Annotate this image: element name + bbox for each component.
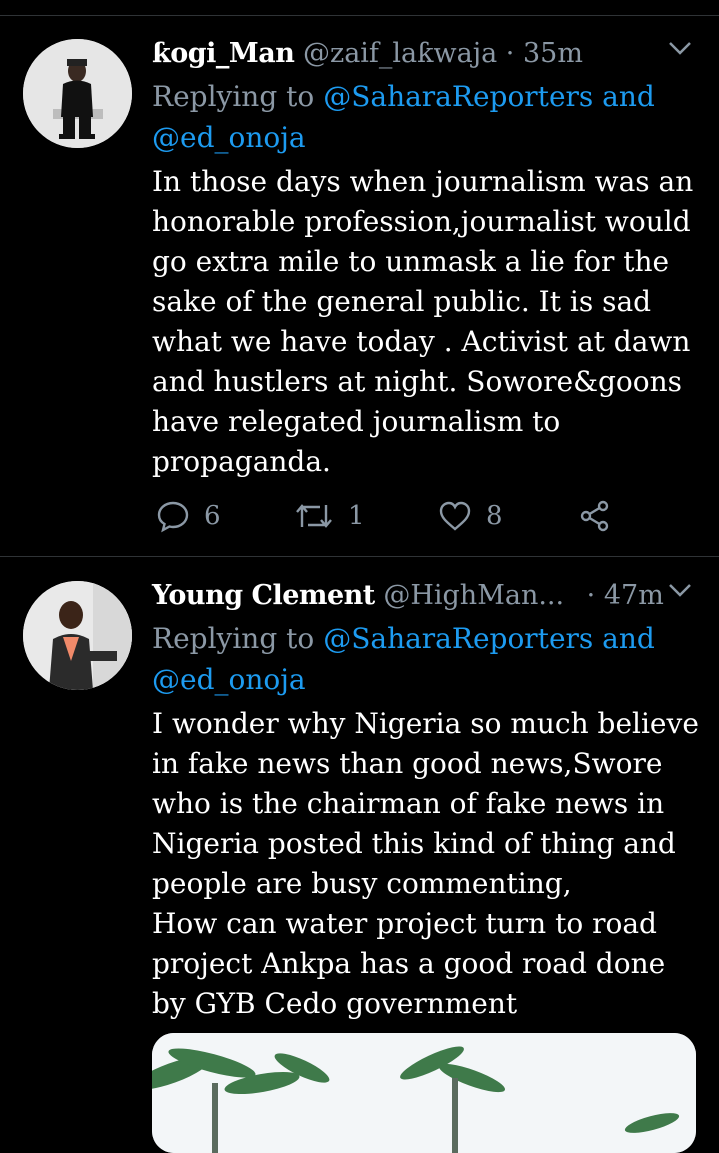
user-handle[interactable]: @HighMan... <box>383 580 564 611</box>
timestamp[interactable]: 47m <box>604 580 664 611</box>
retweet-count: 1 <box>348 501 365 531</box>
avatar[interactable] <box>23 581 132 690</box>
separator-dot: · <box>586 580 596 611</box>
display-name[interactable]: Young Clement <box>152 580 375 611</box>
like-count: 8 <box>486 501 503 531</box>
tweet-text: In those days when journalism was an hon… <box>152 165 694 478</box>
replying-to: Replying to @SaharaReporters and @ed_ono… <box>152 76 692 158</box>
speech-bubble-icon <box>156 499 190 533</box>
timestamp[interactable]: 35m <box>523 38 583 69</box>
mention-link[interactable]: @ed_onoja <box>152 121 306 154</box>
tweet-header: Young Clement @HighMan... · 47m <box>152 576 699 616</box>
mention-link[interactable]: @ed_onoja <box>152 663 306 696</box>
tweet-actions: 6 1 8 <box>152 496 672 536</box>
display-name[interactable]: ƙogi_Man <box>152 38 295 69</box>
tweet-divider <box>0 556 719 557</box>
replying-to: Replying to @SaharaReporters and @ed_ono… <box>152 618 692 700</box>
user-handle[interactable]: @zaif_laƙwaja <box>303 38 497 69</box>
avatar[interactable] <box>23 39 132 148</box>
tweet-header: ƙogi_Man @zaif_laƙwaja · 35m <box>152 34 699 74</box>
like-button[interactable]: 8 <box>438 496 503 536</box>
separator-dot: · <box>505 38 515 69</box>
chevron-down-icon[interactable] <box>669 582 691 597</box>
chevron-down-icon[interactable] <box>669 40 691 55</box>
replying-prefix: Replying to <box>152 80 315 113</box>
replying-prefix: Replying to <box>152 622 315 655</box>
share-button[interactable] <box>578 496 612 536</box>
heart-outline-icon <box>438 500 472 532</box>
tweet-text: I wonder why Nigeria so much believe in … <box>152 707 699 1020</box>
mention-link[interactable]: @SaharaReporters and <box>323 622 655 655</box>
reply-button[interactable]: 6 <box>156 496 221 536</box>
mention-link[interactable]: @SaharaReporters and <box>323 80 655 113</box>
share-nodes-icon <box>578 499 612 533</box>
tweet-1[interactable]: ƙogi_Man @zaif_laƙwaja · 35m Replying to… <box>0 16 719 556</box>
retweet-arrows-icon <box>294 499 334 533</box>
tweet-2[interactable]: Young Clement @HighMan... · 47m Replying… <box>0 558 719 1153</box>
retweet-button[interactable]: 1 <box>294 496 365 536</box>
reply-count: 6 <box>204 501 221 531</box>
tweet-media-image[interactable] <box>152 1033 696 1153</box>
